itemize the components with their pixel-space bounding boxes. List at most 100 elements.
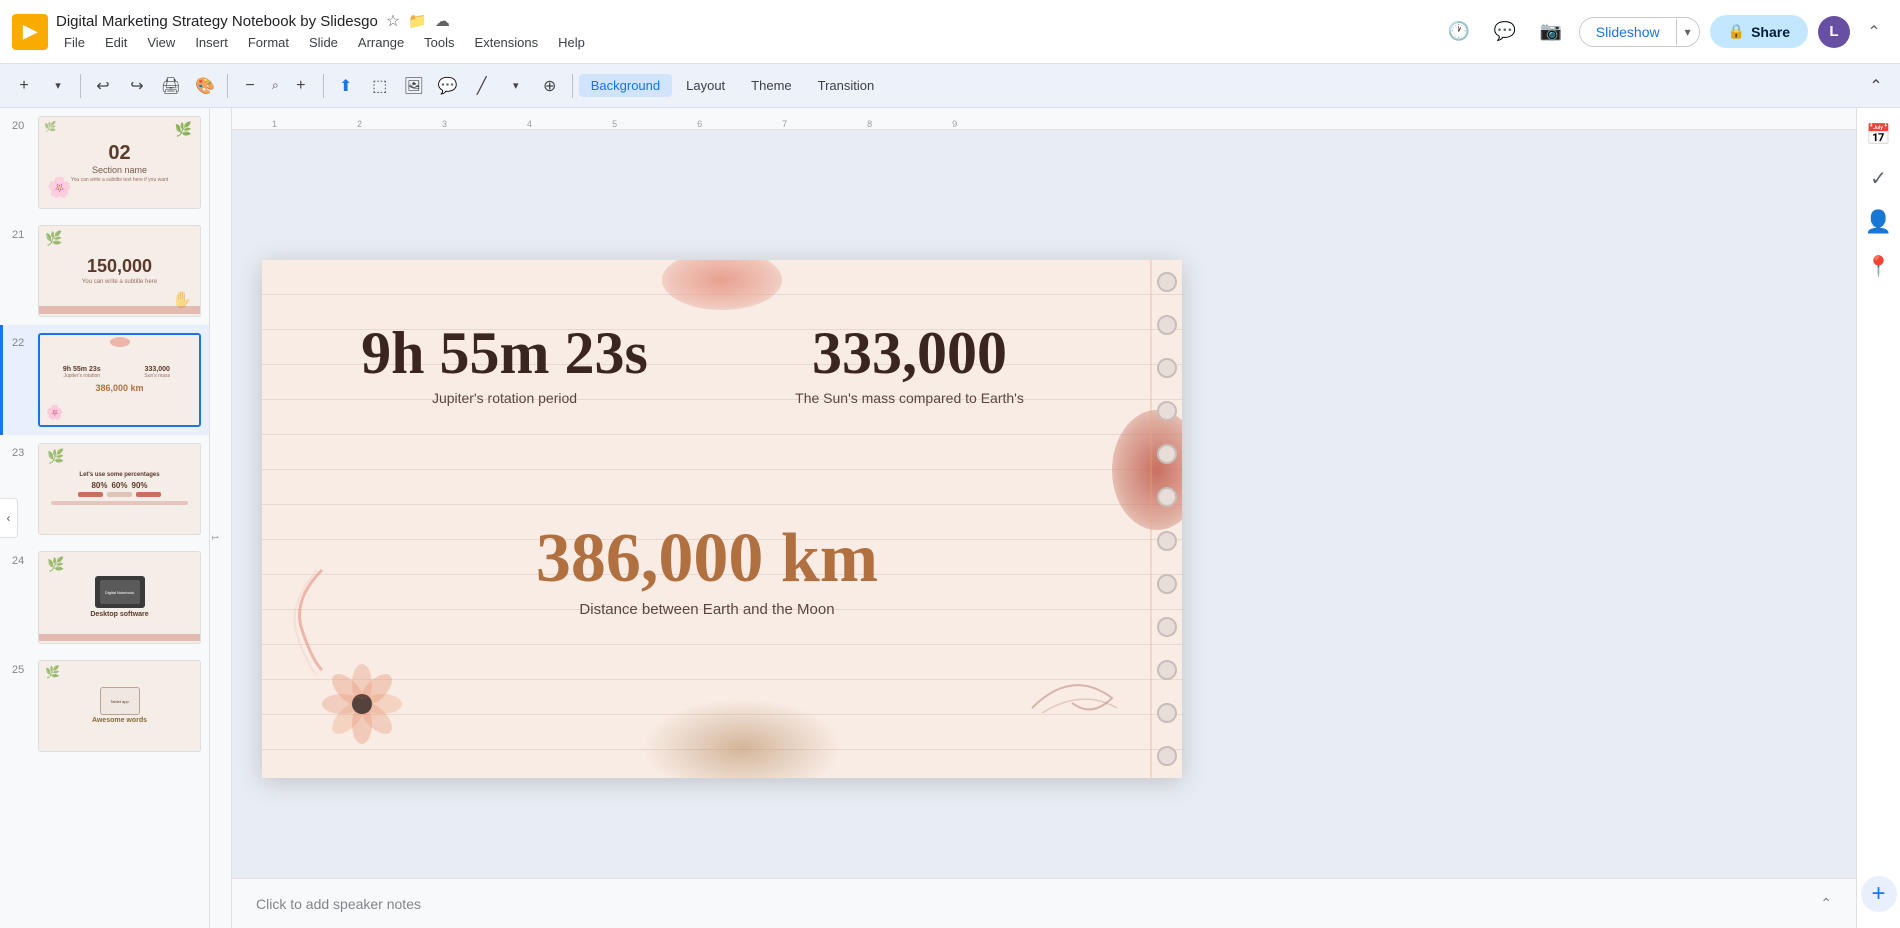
maps-icon[interactable]: 📍 [1861,248,1897,284]
menu-insert[interactable]: Insert [187,33,236,52]
notes-placeholder[interactable]: Click to add speaker notes [256,896,421,912]
add-dropdown[interactable]: ▾ [42,70,74,102]
user-avatar[interactable]: L [1818,16,1850,48]
menu-format[interactable]: Format [240,33,297,52]
menu-slide[interactable]: Slide [301,33,346,52]
lock-icon: 🔒 [1728,23,1745,40]
menu-extensions[interactable]: Extensions [467,33,547,52]
document-title[interactable]: Digital Marketing Strategy Notebook by S… [56,13,378,30]
line-dropdown[interactable]: ▾ [500,70,532,102]
line-tool[interactable]: ╱ [466,70,498,102]
menu-view[interactable]: View [139,33,183,52]
contacts-icon[interactable]: 👤 [1861,204,1897,240]
topbar-right: 🕐 💬 📷 Slideshow ▾ 🔒 Share L ⌃ [1441,14,1888,50]
menu-help[interactable]: Help [550,33,593,52]
menu-tools[interactable]: Tools [416,33,462,52]
print-button[interactable]: 🖨 [155,70,187,102]
slide-number-21: 21 [12,229,30,241]
undo-button[interactable]: ↩ [87,70,119,102]
menu-bar: File Edit View Insert Format Slide Arran… [56,33,1433,52]
thumb20-num: 02 [108,142,130,165]
zoom-in-button[interactable]: + [285,70,317,102]
thumb22-s2: 333,000 [122,366,194,373]
calendar-icon[interactable]: 📅 [1861,116,1897,152]
slide-thumb-20[interactable]: 🌿 🌿 02 Section name You can write a subt… [38,116,201,209]
slide-item-21[interactable]: 21 🌿 150,000 You can write a subtitle he… [0,217,209,326]
image-tool[interactable]: 🖼 [398,70,430,102]
comment-tool[interactable]: ⊕ [534,70,566,102]
stat1-value: 9h 55m 23s [312,320,697,386]
slide-thumb-25[interactable]: 🌿 Tablet app Awesome words [38,660,201,753]
slide-item-23[interactable]: 23 🌿 Let's use some percentages 80% 60% … [0,435,209,544]
cloud-icon[interactable]: ☁ [435,12,450,30]
zoom-level[interactable]: ⌕ [268,70,283,102]
cursor-tool[interactable]: ⬆ [330,70,362,102]
collapse-toolbar-button[interactable]: ⌃ [1860,18,1888,46]
slide-item-20[interactable]: 20 🌿 🌿 02 Section name You can write a s… [0,108,209,217]
folder-icon[interactable]: 📁 [408,12,427,30]
slide-item-22[interactable]: 22 9h 55m 23s Jupiter's rotation 333,000 [0,325,209,434]
comment-icon[interactable]: 💬 [1487,14,1523,50]
tasks-icon[interactable]: ✓ [1861,160,1897,196]
slideshow-button[interactable]: Slideshow ▾ [1579,17,1700,47]
star-icon[interactable]: ☆ [386,11,400,31]
stat3-label: Distance between Earth and the Moon [312,601,1102,618]
thumb24-title: Desktop software [90,611,148,618]
add-addon-button[interactable]: + [1861,876,1897,912]
vertical-ruler: 1 2 3 4 5 [210,108,232,928]
slide-item-24[interactable]: 24 🌿 Digital Notebook Desktop software [0,543,209,652]
transition-button[interactable]: Transition [806,74,887,97]
menu-arrange[interactable]: Arrange [350,33,412,52]
slide-thumb-23[interactable]: 🌿 Let's use some percentages 80% 60% 90% [38,443,201,536]
notes-expand-icon[interactable]: ⌃ [1820,895,1832,912]
paint-format-button[interactable]: 🎨 [189,70,221,102]
add-button[interactable]: + [8,70,40,102]
slide-thumb-22[interactable]: 9h 55m 23s Jupiter's rotation 333,000 Su… [38,333,201,426]
slide-number-22: 22 [12,337,30,349]
separator4 [572,74,573,98]
slide-thumb-24[interactable]: 🌿 Digital Notebook Desktop software [38,551,201,644]
canvas-scroll[interactable]: 9h 55m 23s Jupiter's rotation period 333… [232,130,1856,878]
slide-thumb-21[interactable]: 🌿 150,000 You can write a subtitle here … [38,225,201,318]
thumb22-s3: 386,000 km [46,383,193,393]
zoom-out-button[interactable]: − [234,70,266,102]
thumb20-sub: You can write a subtitle text here if yo… [71,177,168,183]
menu-edit[interactable]: Edit [97,33,135,52]
shape-tool[interactable]: 💬 [432,70,464,102]
layout-button[interactable]: Layout [674,74,737,97]
thumb22-s1: 9h 55m 23s [46,366,118,373]
collapse-panel-button[interactable]: ‹ [0,498,18,538]
slide-item-25[interactable]: 25 🌿 Tablet app Awesome words [0,652,209,761]
ruler-v-numbers: 1 2 3 4 5 [210,108,232,928]
slide-canvas[interactable]: 9h 55m 23s Jupiter's rotation period 333… [262,260,1182,778]
history-icon[interactable]: 🕐 [1441,14,1477,50]
stat1-label: Jupiter's rotation period [312,390,697,406]
right-sidebar: 📅 ✓ 👤 📍 + [1856,108,1900,928]
left-swash-decoration [282,560,362,680]
notes-bar[interactable]: Click to add speaker notes ⌃ [232,878,1856,928]
stat-block-3: 386,000 km Distance between Earth and th… [312,520,1102,618]
title-area: Digital Marketing Strategy Notebook by S… [56,11,1433,52]
collapse-toolbar-icon[interactable]: ⌃ [1860,70,1892,102]
meet-icon[interactable]: 📷 [1533,14,1569,50]
menu-file[interactable]: File [56,33,93,52]
theme-button[interactable]: Theme [739,74,803,97]
spiral-binding [1152,260,1182,778]
separator3 [323,74,324,98]
main-area: 20 🌿 🌿 02 Section name You can write a s… [0,108,1900,928]
share-button[interactable]: 🔒 Share [1710,15,1808,48]
select-tool[interactable]: ⬚ [364,70,396,102]
stats-grid-top: 9h 55m 23s Jupiter's rotation period 333… [312,320,1102,406]
background-button[interactable]: Background [579,74,672,97]
slideshow-dropdown-icon[interactable]: ▾ [1676,19,1699,45]
redo-button[interactable]: ↪ [121,70,153,102]
thumb23-title: Let's use some percentages [79,472,159,478]
slide-number-24: 24 [12,555,30,567]
slideshow-label: Slideshow [1580,18,1676,46]
canvas-area: 1 2 3 4 5 1 2 3 4 5 6 7 8 9 [210,108,1856,928]
stat3-value: 386,000 km [312,520,1102,597]
stat2-label: The Sun's mass compared to Earth's [717,390,1102,406]
slide-number-25: 25 [12,664,30,676]
app-logo[interactable]: ▶ [12,14,48,50]
stat2-value: 333,000 [717,320,1102,386]
